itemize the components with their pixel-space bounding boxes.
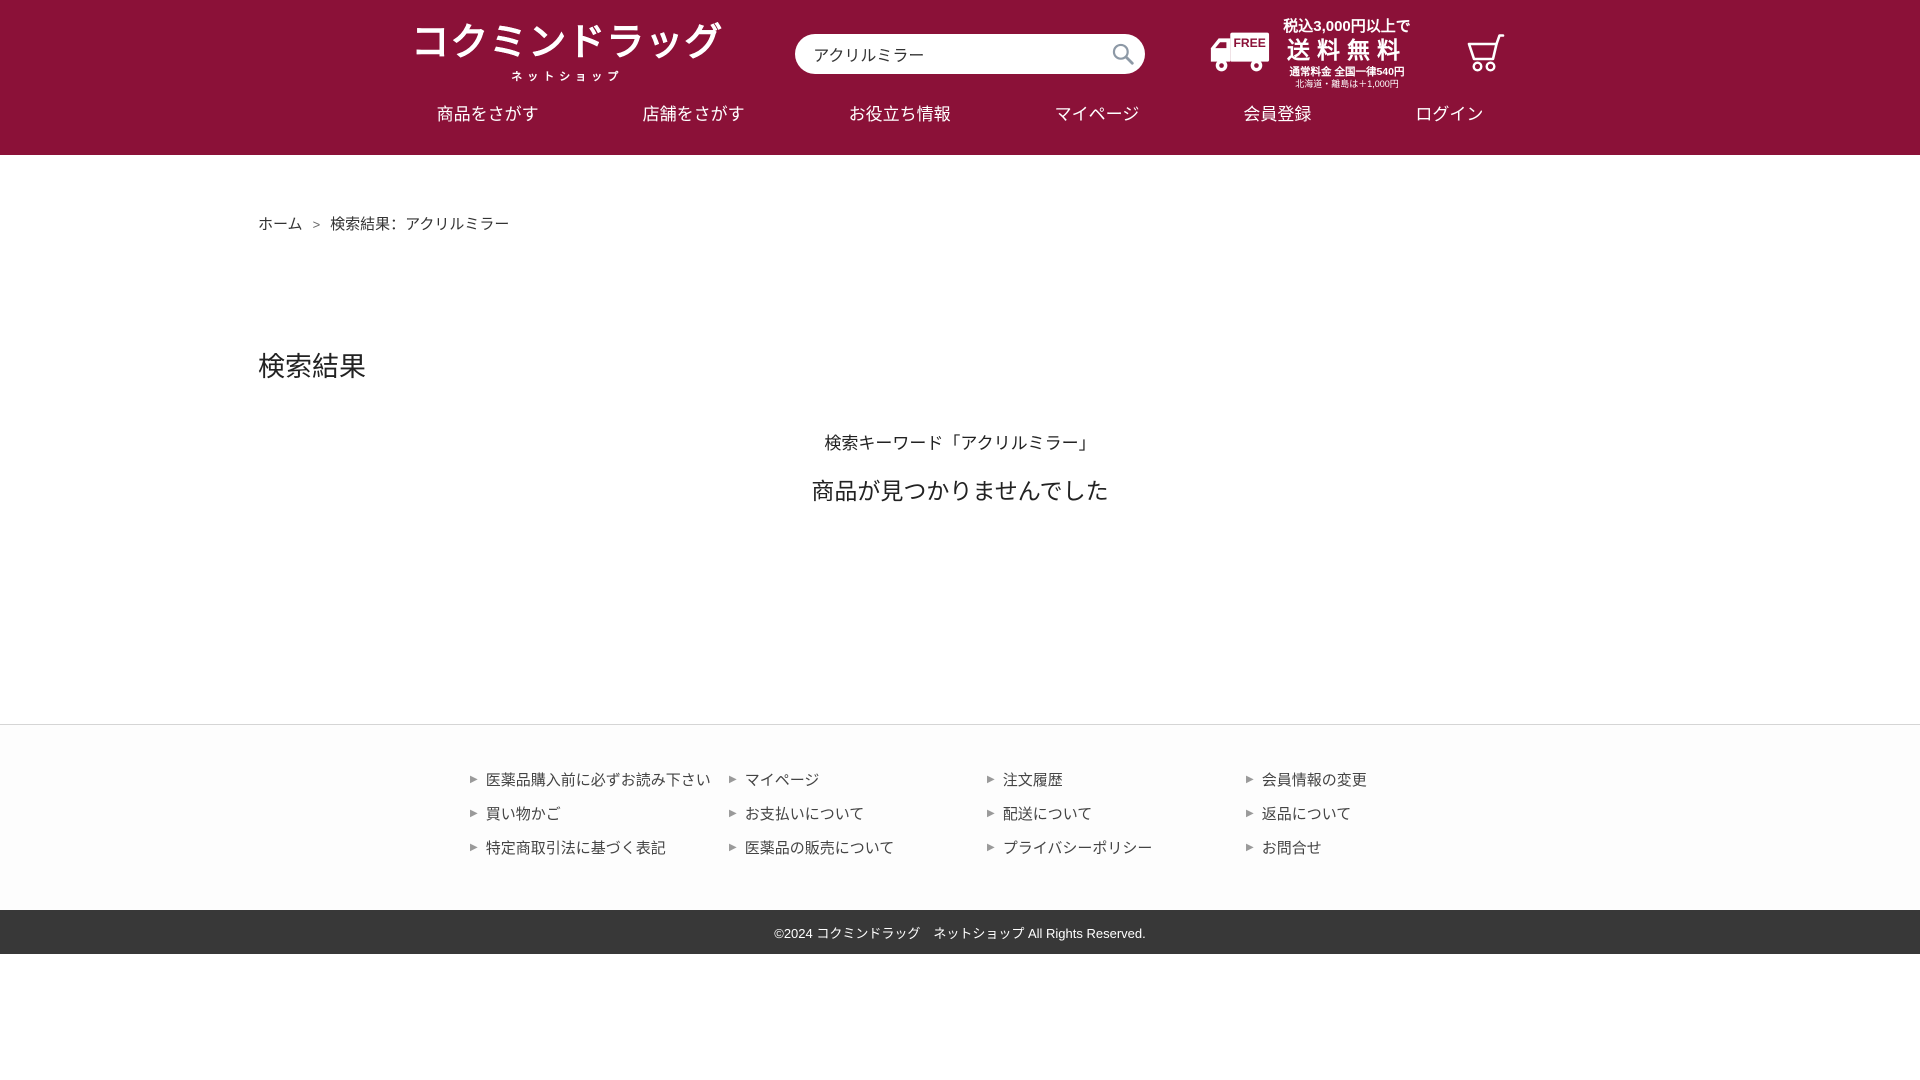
footer-link-label: マイページ <box>745 769 820 790</box>
nav-item-register[interactable]: 会員登録 <box>1243 100 1311 125</box>
delivery-truck-icon: FREE <box>1207 29 1271 78</box>
arrow-bullet-icon: ▶ <box>729 843 737 853</box>
arrow-bullet-icon: ▶ <box>470 809 478 819</box>
search-input[interactable] <box>795 34 1145 74</box>
nav-item-login[interactable]: ログイン <box>1415 100 1483 125</box>
shipping-normal-fee: 通常料金 全国一律540円 <box>1283 65 1411 80</box>
shipping-text: 税込3,000円以上で 送料無料 通常料金 全国一律540円 北海道・離島は＋1… <box>1283 18 1411 90</box>
footer-link-cart[interactable]: ▶ 買い物かご <box>470 803 729 824</box>
site-header: コクミンドラッグ ネットショップ <box>0 0 1920 155</box>
footer-link-label: 医薬品購入前に必ずお読み下さい <box>486 769 711 790</box>
arrow-bullet-icon: ▶ <box>470 775 478 785</box>
search-keyword-line: 検索キーワード「アクリルミラー」 <box>0 429 1920 454</box>
free-shipping-banner: FREE 税込3,000円以上で 送料無料 通常料金 全国一律540円 北海道・… <box>1207 18 1411 90</box>
main-nav: 商品をさがす 店舗をさがす お役立ち情報 マイページ 会員登録 ログイン <box>0 92 1920 142</box>
breadcrumb-home-link[interactable]: ホーム <box>258 216 303 233</box>
footer-link-commerce-law[interactable]: ▶ 特定商取引法に基づく表記 <box>470 837 729 858</box>
nav-item-products[interactable]: 商品をさがす <box>437 100 539 125</box>
no-result-line: 商品が見つかりませんでした <box>0 472 1920 506</box>
footer-link-label: 特定商取引法に基づく表記 <box>486 837 666 858</box>
copyright-bar: ©2024 コクミンドラッグ ネットショップ All Rights Reserv… <box>0 910 1920 954</box>
search-result-message: 検索キーワード「アクリルミラー」 商品が見つかりませんでした <box>0 429 1920 506</box>
shipping-threshold: 税込3,000円以上で <box>1283 18 1411 36</box>
footer-link-member-info[interactable]: ▶ 会員情報の変更 <box>1246 769 1920 790</box>
cart-icon <box>1463 62 1509 77</box>
footer-link-mypage[interactable]: ▶ マイページ <box>729 769 987 790</box>
footer-link-drug-sales[interactable]: ▶ 医薬品の販売について <box>729 837 987 858</box>
footer-link-label: 買い物かご <box>486 803 561 824</box>
breadcrumb-current: 検索結果：アクリルミラー <box>330 216 509 233</box>
footer-link-label: お支払いについて <box>745 803 865 824</box>
site-footer: ▶ 医薬品購入前に必ずお読み下さい ▶ 買い物かご ▶ 特定商取引法に基づく表記… <box>0 724 1920 954</box>
arrow-bullet-icon: ▶ <box>1246 843 1254 853</box>
arrow-bullet-icon: ▶ <box>1246 809 1254 819</box>
arrow-bullet-icon: ▶ <box>987 775 995 785</box>
cart-button[interactable] <box>1463 32 1509 77</box>
site-logo[interactable]: コクミンドラッグ ネットショップ <box>411 24 723 84</box>
footer-link-payment[interactable]: ▶ お支払いについて <box>729 803 987 824</box>
footer-link-returns[interactable]: ▶ 返品について <box>1246 803 1920 824</box>
arrow-bullet-icon: ▶ <box>729 809 737 819</box>
footer-link-delivery[interactable]: ▶ 配送について <box>987 803 1246 824</box>
arrow-bullet-icon: ▶ <box>470 843 478 853</box>
footer-link-label: 配送について <box>1003 803 1093 824</box>
breadcrumb: ホーム > 検索結果：アクリルミラー <box>0 155 1920 231</box>
footer-links-grid: ▶ 医薬品購入前に必ずお読み下さい ▶ 買い物かご ▶ 特定商取引法に基づく表記… <box>470 769 1920 858</box>
search-button[interactable] <box>1107 38 1139 70</box>
main-content: 検索結果 検索キーワード「アクリルミラー」 商品が見つかりませんでした <box>0 351 1920 724</box>
shipping-free-label: 送料無料 <box>1283 36 1411 65</box>
page: コクミンドラッグ ネットショップ <box>0 0 1920 1080</box>
footer-link-label: 医薬品の販売について <box>745 837 895 858</box>
logo-subtext: ネットショップ <box>511 68 623 84</box>
footer-link-label: お問合せ <box>1262 837 1322 858</box>
copyright-text: ©2024 コクミンドラッグ ネットショップ All Rights Reserv… <box>774 923 1146 942</box>
footer-link-drug-notice[interactable]: ▶ 医薬品購入前に必ずお読み下さい <box>470 769 729 790</box>
header-top-row: コクミンドラッグ ネットショップ <box>0 0 1920 92</box>
free-badge-text: FREE <box>1234 37 1266 51</box>
footer-link-privacy-policy[interactable]: ▶ プライバシーポリシー <box>987 837 1246 858</box>
logo-text: コクミンドラッグ <box>411 24 723 62</box>
search-bar <box>795 34 1145 74</box>
shipping-remote-fee: 北海道・離島は＋1,000円 <box>1283 79 1411 90</box>
footer-link-label: 会員情報の変更 <box>1262 769 1367 790</box>
footer-link-label: 返品について <box>1262 803 1352 824</box>
arrow-bullet-icon: ▶ <box>987 809 995 819</box>
footer-link-order-history[interactable]: ▶ 注文履歴 <box>987 769 1246 790</box>
footer-link-label: 注文履歴 <box>1003 769 1063 790</box>
arrow-bullet-icon: ▶ <box>1246 775 1254 785</box>
page-title: 検索結果 <box>258 351 1920 385</box>
arrow-bullet-icon: ▶ <box>729 775 737 785</box>
arrow-bullet-icon: ▶ <box>987 843 995 853</box>
search-icon <box>1111 54 1135 69</box>
breadcrumb-separator: > <box>313 217 321 232</box>
footer-link-contact[interactable]: ▶ お問合せ <box>1246 837 1920 858</box>
nav-item-stores[interactable]: 店舗をさがす <box>643 100 745 125</box>
footer-link-label: プライバシーポリシー <box>1003 837 1153 858</box>
nav-item-mypage[interactable]: マイページ <box>1055 100 1140 125</box>
footer-links: ▶ 医薬品購入前に必ずお読み下さい ▶ 買い物かご ▶ 特定商取引法に基づく表記… <box>0 724 1920 910</box>
nav-item-useful-info[interactable]: お役立ち情報 <box>849 100 951 125</box>
